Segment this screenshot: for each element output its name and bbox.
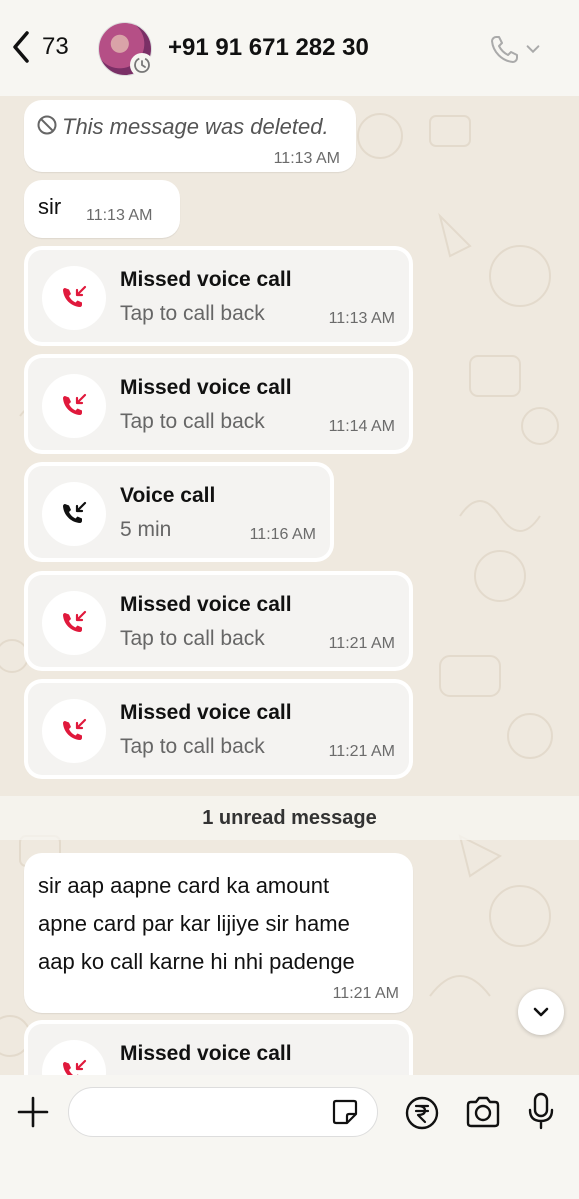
unread-count: 73 xyxy=(42,33,69,60)
call-card[interactable]: Missed voice call Tap to call back 11:13… xyxy=(24,246,413,346)
call-button[interactable] xyxy=(488,32,542,66)
message-bubble[interactable]: sir aap aapne card ka amount apne card p… xyxy=(24,853,413,1013)
deleted-message-bubble[interactable]: This message was deleted. 11:13 AM xyxy=(24,100,356,172)
status-badge xyxy=(130,53,154,77)
missed-call-icon xyxy=(63,393,87,415)
call-card[interactable]: Voice call 5 min 11:16 AM xyxy=(24,462,334,562)
incoming-call-icon-wrap xyxy=(42,482,106,546)
call-time: 11:16 AM xyxy=(249,526,316,543)
call-title: Missed voice call xyxy=(120,376,292,399)
call-subtitle: 5 min xyxy=(120,518,172,541)
call-card[interactable]: Missed voice call Tap to call back 11:21… xyxy=(24,679,413,779)
call-time: 11:21 AM xyxy=(328,635,395,652)
missed-call-icon-wrap xyxy=(42,591,106,655)
back-button[interactable]: 73 xyxy=(10,30,69,64)
call-title: Missed voice call xyxy=(120,593,292,616)
unread-label: 1 unread message xyxy=(202,806,377,829)
chat-header: 73 +91 91 671 282 30 xyxy=(0,0,579,96)
message-line: apne card par kar lijiye sir hame xyxy=(38,911,350,936)
chevron-down-icon xyxy=(526,45,540,54)
call-title: Missed voice call xyxy=(120,268,292,291)
message-time: 11:21 AM xyxy=(332,985,399,1002)
composer-bar xyxy=(0,1075,579,1199)
call-subtitle: Tap to call back xyxy=(120,302,265,325)
call-title: Missed voice call xyxy=(120,1042,292,1065)
missed-call-icon xyxy=(63,1059,87,1075)
chevron-down-icon xyxy=(533,1007,549,1017)
contact-name[interactable]: +91 91 671 282 30 xyxy=(168,34,369,62)
call-card[interactable]: Missed voice call xyxy=(24,1020,413,1075)
deleted-icon xyxy=(37,115,57,135)
disappearing-timer-icon xyxy=(134,57,150,73)
call-subtitle: Tap to call back xyxy=(120,735,265,758)
call-time: 11:14 AM xyxy=(328,418,395,435)
sticker-icon[interactable] xyxy=(330,1097,360,1127)
scroll-to-bottom-button[interactable] xyxy=(518,989,564,1035)
call-icon xyxy=(491,36,518,63)
message-time: 11:13 AM xyxy=(86,207,153,224)
missed-call-icon-wrap xyxy=(42,266,106,330)
rupee-icon[interactable] xyxy=(404,1095,440,1131)
call-card[interactable]: Missed voice call Tap to call back 11:14… xyxy=(24,354,413,454)
missed-call-icon xyxy=(63,610,87,632)
call-title: Voice call xyxy=(120,484,216,507)
call-subtitle: Tap to call back xyxy=(120,627,265,650)
unread-divider: 1 unread message xyxy=(0,796,579,840)
message-time: 11:13 AM xyxy=(273,150,340,167)
call-time: 11:13 AM xyxy=(328,310,395,327)
incoming-call-icon xyxy=(63,501,87,523)
message-bubble[interactable]: sir 11:13 AM xyxy=(24,180,180,238)
message-text: sir xyxy=(38,194,62,219)
missed-call-icon-wrap xyxy=(42,699,106,763)
missed-call-icon xyxy=(63,285,87,307)
call-title: Missed voice call xyxy=(120,701,292,724)
call-time: 11:21 AM xyxy=(328,743,395,760)
missed-call-icon-wrap xyxy=(42,1040,106,1075)
call-card[interactable]: Missed voice call Tap to call back 11:21… xyxy=(24,571,413,671)
camera-icon[interactable] xyxy=(464,1095,502,1129)
message-text: sir aap aapne card ka amount apne card p… xyxy=(38,867,355,981)
missed-call-icon xyxy=(63,718,87,740)
missed-call-icon-wrap xyxy=(42,374,106,438)
mic-icon[interactable] xyxy=(526,1091,556,1131)
plus-icon[interactable] xyxy=(16,1095,50,1129)
call-subtitle: Tap to call back xyxy=(120,410,265,433)
message-line: sir aap aapne card ka amount xyxy=(38,873,330,898)
back-chevron-icon xyxy=(13,31,29,63)
deleted-message-text: This message was deleted. xyxy=(62,114,329,139)
chat-area[interactable]: This message was deleted. 11:13 AM sir 1… xyxy=(0,96,579,1075)
message-line: aap ko call karne hi nhi padenge xyxy=(38,949,355,974)
